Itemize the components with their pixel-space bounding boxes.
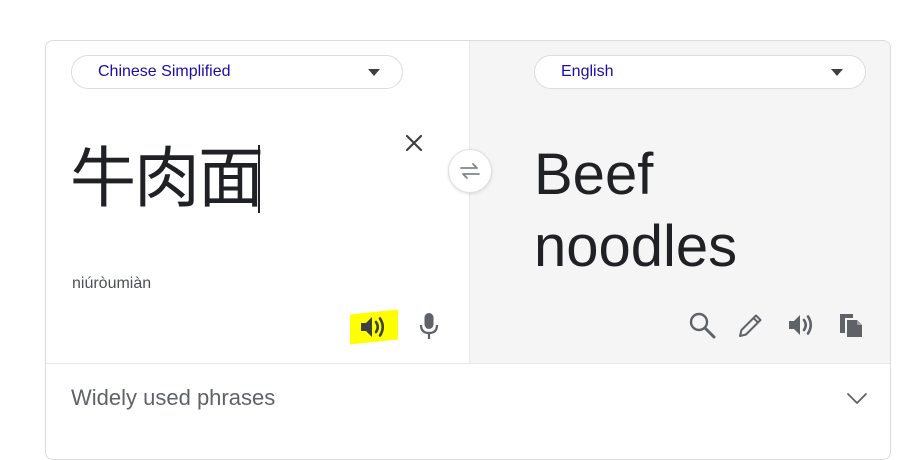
speaker-icon [361, 317, 385, 337]
edit-button[interactable] [735, 309, 767, 341]
swap-icon [460, 163, 480, 179]
translation-line-2: noodles [534, 214, 738, 279]
search-button[interactable] [686, 309, 718, 341]
target-language-label: English [561, 63, 614, 80]
copy-button[interactable] [835, 309, 867, 341]
voice-input-button[interactable] [416, 311, 442, 341]
speaker-icon [789, 315, 813, 335]
pencil-icon [739, 314, 762, 337]
translated-text: Beef noodles [534, 139, 854, 283]
caret-down-icon [368, 68, 380, 76]
close-icon [405, 134, 423, 152]
translate-card: Chinese Simplified English 牛肉面 niúròumià… [45, 40, 891, 460]
microphone-icon [419, 313, 439, 339]
search-icon [689, 312, 716, 339]
translation-line-1: Beef [534, 142, 654, 207]
chevron-down-icon [847, 392, 867, 404]
text-cursor [258, 145, 260, 213]
widely-used-phrases-expander[interactable]: Widely used phrases [46, 363, 890, 431]
target-listen-button[interactable] [785, 309, 817, 341]
widely-used-phrases-label: Widely used phrases [71, 384, 276, 410]
swap-languages-button[interactable] [448, 149, 492, 193]
source-language-label: Chinese Simplified [98, 63, 231, 80]
source-language-select[interactable]: Chinese Simplified [71, 55, 403, 89]
target-language-select[interactable]: English [534, 55, 866, 89]
source-listen-button[interactable] [348, 309, 398, 345]
romanization-text: niúròumiàn [72, 275, 152, 292]
clear-button[interactable] [400, 129, 428, 157]
caret-down-icon [831, 68, 843, 76]
source-text-input[interactable]: 牛肉面 [70, 139, 264, 219]
copy-icon [840, 314, 862, 337]
